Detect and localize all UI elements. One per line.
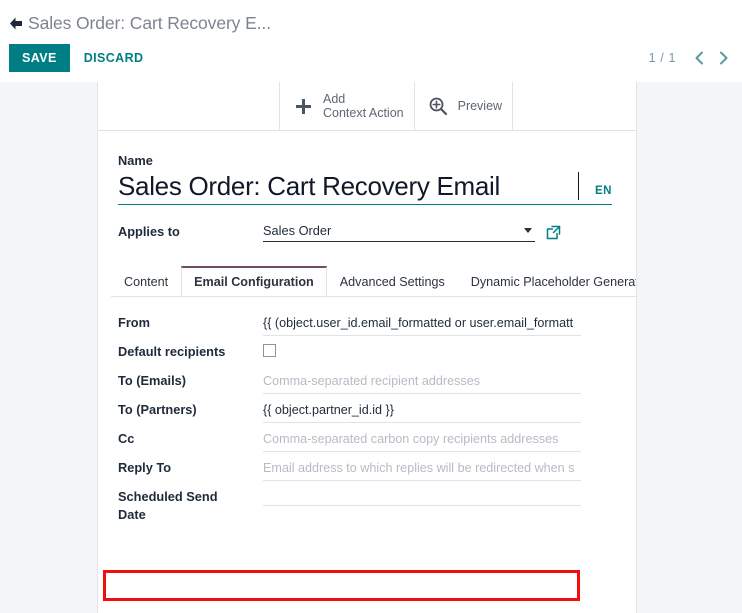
chevron-left-icon[interactable] [688,47,710,69]
preview-button[interactable]: Preview [415,82,514,130]
text-cursor [577,172,580,200]
tab-advanced-settings[interactable]: Advanced Settings [327,266,458,296]
field-row-default-recipients: Default recipients [98,340,636,369]
external-link-icon[interactable] [546,225,561,242]
plus-icon [290,93,316,119]
to-emails-input[interactable]: Comma-separated recipient addresses [263,369,581,394]
tab-email-configuration[interactable]: Email Configuration [181,266,327,296]
to-emails-placeholder: Comma-separated recipient addresses [263,374,480,388]
to-emails-label: To (Emails) [118,373,187,388]
form-sheet: Add Context Action Preview Name Sales Or… [97,82,637,613]
field-row-from: From {{ (object.user_id.email_formatted … [98,311,636,340]
field-row-reply-to: Reply To Email address to which replies … [98,456,636,485]
control-panel: Sales Order: Cart Recovery E... SAVE DIS… [0,0,742,82]
name-input-wrapper: EN [118,170,612,205]
breadcrumb: Sales Order: Cart Recovery E... [0,0,742,38]
from-input[interactable]: {{ (object.user_id.email_formatted or us… [263,311,581,336]
content-area: Add Context Action Preview Name Sales Or… [0,82,742,613]
default-recipients-control [263,340,581,362]
name-field-group: Name EN [98,153,636,205]
back-arrow-icon[interactable] [6,15,24,33]
field-row-scheduled-send-date: Scheduled Send Date [98,485,636,524]
to-partners-label: To (Partners) [118,402,197,417]
preview-label: Preview [457,98,503,113]
applies-to-select[interactable]: Sales Order [263,223,535,242]
applies-to-value: Sales Order [263,223,332,238]
to-partners-input[interactable]: {{ object.partner_id.id }} [263,398,581,423]
add-context-action-label: Add Context Action [323,91,404,121]
to-partners-value: {{ object.partner_id.id }} [263,403,394,417]
cc-placeholder: Comma-separated carbon copy recipients a… [263,432,559,446]
field-row-cc: Cc Comma-separated carbon copy recipient… [98,427,636,456]
cc-input[interactable]: Comma-separated carbon copy recipients a… [263,427,581,452]
field-row-to-emails: To (Emails) Comma-separated recipient ad… [98,369,636,398]
tab-content[interactable]: Content [111,266,181,296]
field-row-to-partners: To (Partners) {{ object.partner_id.id }} [98,398,636,427]
tab-bar: Content Email Configuration Advanced Set… [111,266,636,297]
stat-button-empty [98,82,280,130]
applies-to-field-group: Applies to Sales Order [98,205,636,242]
stat-button-strip: Add Context Action Preview [98,82,636,131]
record-pager: 1 / 1 [649,47,734,69]
email-configuration-fields: From {{ (object.user_id.email_formatted … [98,297,636,524]
name-input[interactable] [118,170,580,202]
from-value: {{ (object.user_id.email_formatted or us… [263,316,574,330]
default-recipients-checkbox[interactable] [263,344,276,357]
chevron-right-icon[interactable] [712,47,734,69]
name-label: Name [118,153,153,168]
pager-count: 1 / 1 [648,51,676,65]
reply-to-input[interactable]: Email address to which replies will be r… [263,456,581,481]
save-button[interactable]: SAVE [9,44,70,72]
breadcrumb-title[interactable]: Sales Order: Cart Recovery E... [28,13,271,34]
language-badge[interactable]: EN [595,185,612,197]
from-label: From [118,315,150,330]
add-context-action-button[interactable]: Add Context Action [280,82,415,130]
applies-to-label: Applies to [118,224,180,239]
scheduled-send-date-label: Scheduled Send Date [118,489,218,522]
chevron-down-icon[interactable] [524,228,532,233]
default-recipients-label: Default recipients [118,344,226,359]
form-body: Name EN Applies to Sales Order [98,131,636,524]
discard-button[interactable]: DISCARD [84,51,144,65]
tab-dynamic-placeholder-generator[interactable]: Dynamic Placeholder Generator [458,266,636,296]
reply-to-placeholder: Email address to which replies will be r… [263,461,575,475]
reply-to-label: Reply To [118,460,172,475]
cc-label: Cc [118,431,135,446]
action-button-row: SAVE DISCARD 1 / 1 [0,38,742,78]
scheduled-send-date-input[interactable] [263,485,581,506]
magnifier-plus-icon [425,93,451,119]
